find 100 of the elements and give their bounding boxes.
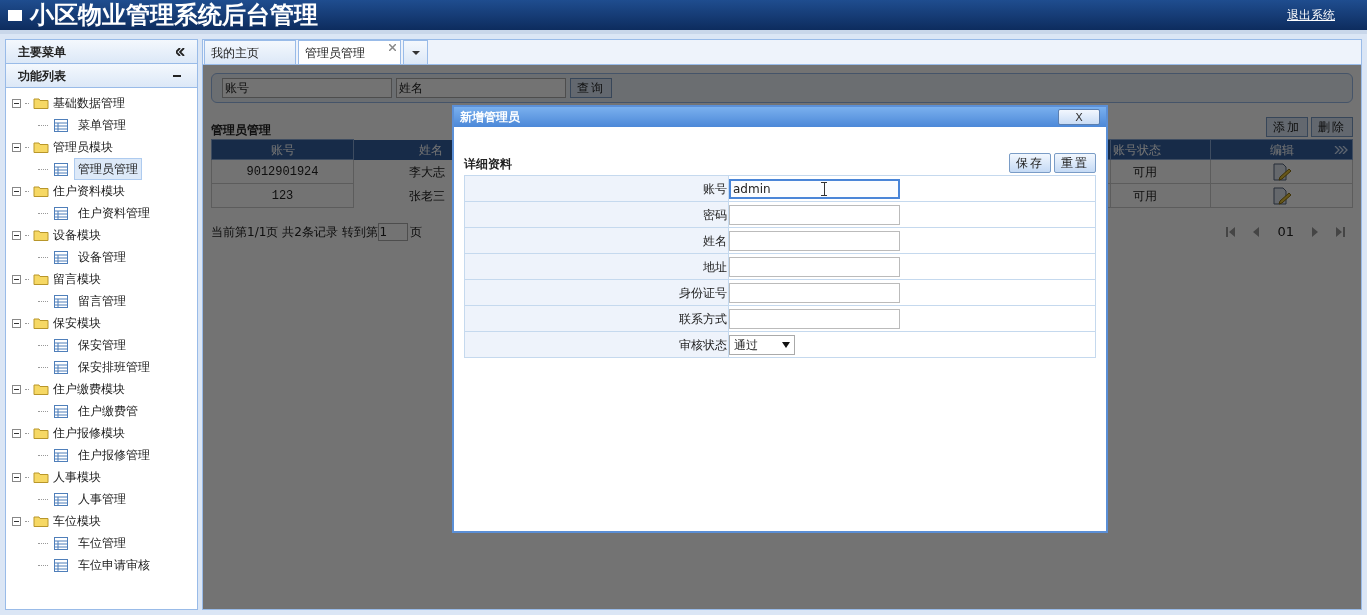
- tree-leaf[interactable]: 住户资料管理: [74, 202, 154, 224]
- tree-leaf[interactable]: 留言管理: [74, 290, 130, 312]
- window-icon: [8, 9, 22, 21]
- table-icon: [54, 294, 68, 308]
- table-icon: [54, 118, 68, 132]
- section-title: 功能列表: [18, 67, 67, 85]
- table-icon: [54, 492, 68, 506]
- tab[interactable]: 管理员管理: [298, 40, 401, 64]
- collapse-toggle-icon[interactable]: [12, 230, 21, 240]
- pager-text: 当前第1/1页 共2条记录 转到第: [211, 223, 378, 241]
- table-icon: [54, 448, 68, 462]
- folder-icon: [33, 427, 49, 439]
- column-header: 账号: [211, 139, 354, 160]
- field-label: 姓名: [464, 227, 729, 254]
- column-header: 编辑: [1210, 139, 1353, 160]
- table-cell: 可用: [1110, 183, 1211, 208]
- dialog-title: 新增管理员: [460, 109, 521, 126]
- caret-icon: [411, 50, 420, 55]
- folder-icon: [33, 515, 49, 527]
- dialog-button[interactable]: 保存: [1009, 153, 1051, 173]
- tree-node[interactable]: 住户资料模块: [53, 182, 125, 200]
- tree-node[interactable]: 基础数据管理: [53, 94, 125, 112]
- status-dropdown[interactable]: 通过: [729, 334, 795, 355]
- text-field[interactable]: [729, 256, 900, 277]
- field-label: 身份证号: [464, 279, 729, 306]
- tree-node[interactable]: 人事模块: [53, 468, 101, 486]
- collapse-toggle-icon[interactable]: [12, 472, 21, 482]
- edit-icon[interactable]: [1271, 162, 1292, 181]
- folder-icon: [33, 185, 49, 197]
- folder-icon: [33, 383, 49, 395]
- tree-leaf[interactable]: 设备管理: [74, 246, 130, 268]
- collapse-toggle-icon[interactable]: [12, 186, 21, 196]
- page-number: 01: [1277, 223, 1294, 241]
- tree-leaf[interactable]: 菜单管理: [74, 114, 130, 136]
- page-input[interactable]: 1: [377, 222, 408, 241]
- tree-leaf[interactable]: 管理员管理: [74, 158, 142, 180]
- folder-icon: [33, 471, 49, 483]
- collapse-toggle-icon[interactable]: [12, 142, 21, 152]
- tree-leaf[interactable]: 保安排班管理: [74, 356, 154, 378]
- edit-icon[interactable]: [1271, 186, 1292, 205]
- close-icon[interactable]: [389, 44, 396, 51]
- logout-link[interactable]: 退出系统: [1287, 6, 1335, 24]
- collapse-toggle-icon[interactable]: [12, 516, 21, 526]
- tree-node[interactable]: 留言模块: [53, 270, 101, 288]
- close-button[interactable]: X: [1058, 109, 1100, 125]
- collapse-toggle-icon[interactable]: [12, 384, 21, 394]
- text-field[interactable]: [729, 230, 900, 251]
- text-cursor-icon: [821, 181, 827, 196]
- collapse-toggle-icon[interactable]: [12, 318, 21, 328]
- tree-node[interactable]: 管理员模块: [53, 138, 113, 156]
- search-field[interactable]: 姓名: [396, 78, 566, 98]
- table-cell: 可用: [1110, 159, 1211, 184]
- tree-node[interactable]: 住户报修模块: [53, 424, 125, 442]
- minus-icon[interactable]: [173, 74, 181, 77]
- tree-leaf[interactable]: 车位管理: [74, 532, 130, 554]
- collapse-icon[interactable]: [176, 47, 185, 56]
- field-label: 审核状态: [464, 331, 729, 358]
- last-page-icon[interactable]: [1336, 226, 1345, 237]
- tree-leaf[interactable]: 车位申请审核: [74, 554, 154, 576]
- next-page-icon[interactable]: [1312, 226, 1318, 237]
- table-icon: [54, 338, 68, 352]
- tab[interactable]: 我的主页: [204, 40, 296, 64]
- dropdown-arrow-icon: [782, 341, 790, 348]
- list-title: 管理员管理: [211, 122, 272, 139]
- tree-leaf[interactable]: 住户报修管理: [74, 444, 154, 466]
- prev-page-icon[interactable]: [1253, 226, 1260, 237]
- expand-columns-icon[interactable]: [1334, 146, 1348, 154]
- dialog-button[interactable]: 重置: [1054, 153, 1096, 173]
- tree-leaf[interactable]: 保安管理: [74, 334, 130, 356]
- table-icon: [54, 558, 68, 572]
- collapse-toggle-icon[interactable]: [12, 428, 21, 438]
- table-icon: [54, 162, 68, 176]
- text-field[interactable]: [729, 308, 900, 329]
- folder-icon: [33, 317, 49, 329]
- table-icon: [54, 404, 68, 418]
- folder-icon: [33, 97, 49, 109]
- folder-icon: [33, 141, 49, 153]
- tree-node[interactable]: 保安模块: [53, 314, 101, 332]
- text-field[interactable]: [729, 282, 900, 303]
- tree-node[interactable]: 住户缴费模块: [53, 380, 125, 398]
- collapse-toggle-icon[interactable]: [12, 274, 21, 284]
- text-field[interactable]: [729, 204, 900, 225]
- tree-leaf[interactable]: 人事管理: [74, 488, 130, 510]
- column-header: 账号状态: [1110, 139, 1211, 160]
- tree-leaf[interactable]: 住户缴费管: [74, 400, 142, 422]
- table-cell: 9012901924: [211, 159, 354, 184]
- search-field[interactable]: 账号: [222, 78, 392, 98]
- field-label: 密码: [464, 201, 729, 228]
- first-page-icon[interactable]: [1226, 226, 1236, 237]
- pager-suffix: 页: [409, 223, 422, 241]
- collapse-toggle-icon[interactable]: [12, 98, 21, 108]
- field-label: 联系方式: [464, 305, 729, 332]
- table-cell: 123: [211, 183, 354, 208]
- table-icon: [54, 250, 68, 264]
- table-icon: [54, 360, 68, 374]
- tab-menu-button[interactable]: [403, 40, 428, 64]
- text-field[interactable]: admin: [729, 178, 900, 199]
- tree-node[interactable]: 设备模块: [53, 226, 101, 244]
- tree-node[interactable]: 车位模块: [53, 512, 101, 530]
- panel-title: 主要菜单: [18, 43, 67, 61]
